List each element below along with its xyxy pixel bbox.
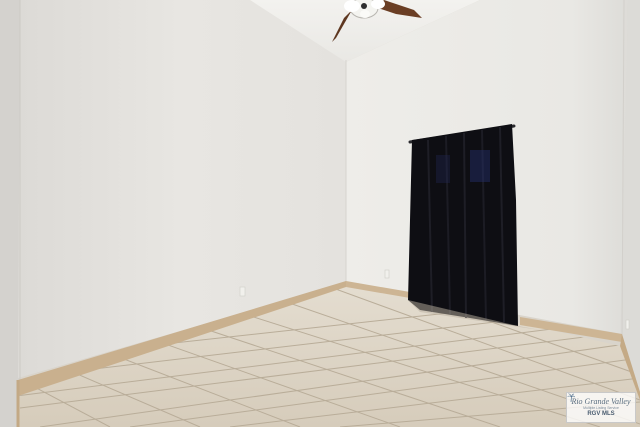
outlet-right-wall bbox=[384, 269, 390, 279]
mls-watermark: Rio Grande Valley Multiple Listing Servi… bbox=[566, 392, 636, 423]
watermark-subtitle: Multiple Listing Service bbox=[583, 405, 619, 410]
outlet-left-wall bbox=[239, 286, 246, 297]
black-curtain bbox=[408, 124, 518, 326]
watermark-brand: Rio Grande Valley bbox=[571, 396, 631, 406]
left-edge-wall bbox=[0, 0, 20, 427]
outlet-far-right bbox=[625, 319, 630, 330]
palm-tree-icon bbox=[567, 393, 575, 402]
watermark-mls: RGV MLS bbox=[587, 411, 615, 418]
room-illustration bbox=[0, 0, 640, 427]
empty-room-photo: Rio Grande Valley Multiple Listing Servi… bbox=[0, 0, 640, 427]
